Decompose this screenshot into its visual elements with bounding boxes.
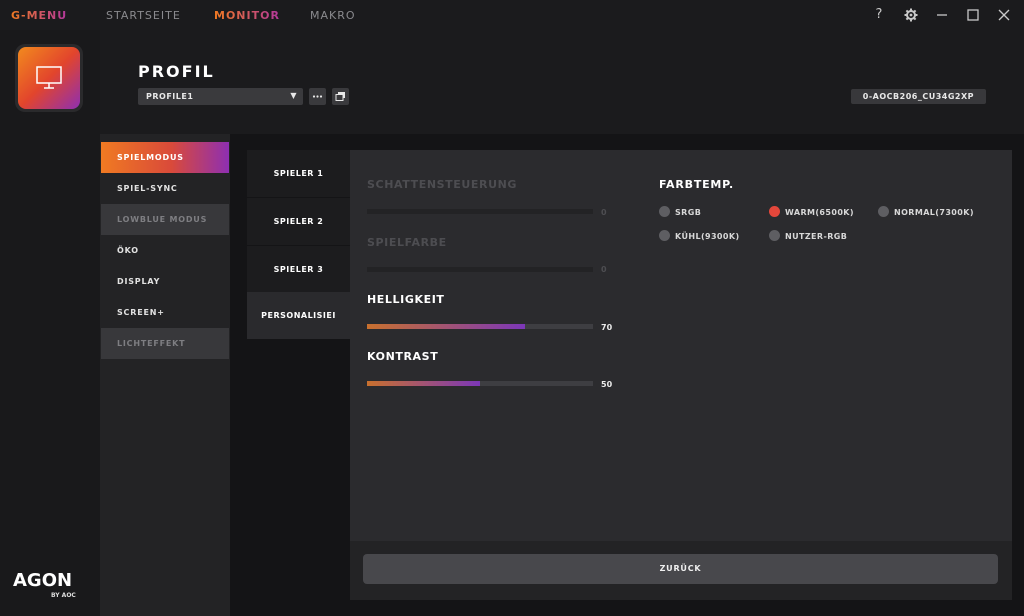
helligkeit-label: HELLIGKEIT xyxy=(367,293,445,306)
title-bar: G-MENU STARTSEITE MONITOR MAKRO ? xyxy=(0,0,1024,30)
schattensteuerung-slider xyxy=(367,209,593,214)
agon-logo: AGON xyxy=(13,570,73,591)
aoc-logo: BY AOC xyxy=(51,592,76,599)
submenu-display[interactable]: DISPLAY xyxy=(101,266,229,297)
maximize-icon xyxy=(967,9,979,21)
radio-dot xyxy=(878,206,889,217)
submenu-lichteffekt: LICHTEFFEKT xyxy=(101,328,229,359)
radio-label: NUTZER-RGB xyxy=(785,232,848,241)
back-button[interactable]: ZURÜCK xyxy=(363,554,998,584)
submenu-screen-plus[interactable]: SCREEN+ xyxy=(101,297,229,328)
copy-profile-button[interactable] xyxy=(332,88,349,105)
monitor-app-tile[interactable] xyxy=(15,44,83,112)
app-brand: G-MENU xyxy=(11,9,68,22)
spielfarbe-value: 0 xyxy=(601,265,607,274)
kontrast-value: 50 xyxy=(601,380,613,389)
kontrast-fill xyxy=(367,381,480,386)
gear-icon xyxy=(904,8,918,22)
maximize-button[interactable] xyxy=(965,7,981,23)
more-icon xyxy=(312,95,323,98)
nav-monitor[interactable]: MONITOR xyxy=(214,9,280,22)
left-rail: AGON BY AOC xyxy=(0,30,100,616)
radio-label: WARM(6500K) xyxy=(785,208,854,217)
radio-label: NORMAL(7300K) xyxy=(894,208,974,217)
spielfarbe-slider xyxy=(367,267,593,272)
monitor-icon xyxy=(36,66,62,89)
settings-button[interactable] xyxy=(903,7,919,23)
kontrast-slider[interactable] xyxy=(367,381,593,386)
radio-label: SRGB xyxy=(675,208,702,217)
tab-personalisieren[interactable]: PERSONALISIEI xyxy=(247,292,350,339)
minimize-button[interactable] xyxy=(934,7,950,23)
close-button[interactable] xyxy=(996,7,1012,23)
helligkeit-value: 70 xyxy=(601,323,613,332)
submenu-spielmodus[interactable]: SPIELMODUS xyxy=(101,142,229,173)
page-title: PROFIL xyxy=(138,62,215,81)
tab-spieler-3[interactable]: SPIELER 3 xyxy=(247,246,350,293)
nav-startseite[interactable]: STARTSEITE xyxy=(106,9,181,22)
settings-panel: SCHATTENSTEUERUNG 0 SPIELFARBE 0 HELLIGK… xyxy=(350,150,1012,600)
profile-dropdown[interactable]: PROFILE1 ▼ xyxy=(138,88,303,105)
schattensteuerung-value: 0 xyxy=(601,208,607,217)
nav-makro[interactable]: MAKRO xyxy=(310,9,356,22)
profile-dropdown-value: PROFILE1 xyxy=(146,92,194,101)
radio-dot xyxy=(769,230,780,241)
close-icon xyxy=(998,9,1010,21)
help-button[interactable]: ? xyxy=(871,7,887,23)
copy-icon xyxy=(335,92,345,101)
radio-dot xyxy=(659,230,670,241)
minimize-icon xyxy=(937,14,947,16)
radio-dot xyxy=(659,206,670,217)
player-tabs: SPIELER 1 SPIELER 2 SPIELER 3 PERSONALIS… xyxy=(247,150,350,340)
profile-header: PROFIL PROFILE1 ▼ 0-AOCB206_CU34G2XP xyxy=(100,30,1024,134)
chevron-down-icon: ▼ xyxy=(290,91,297,100)
helligkeit-fill xyxy=(367,324,526,329)
radio-label: KÜHL(9300K) xyxy=(675,232,740,241)
tab-spieler-2[interactable]: SPIELER 2 xyxy=(247,198,350,245)
kontrast-label: KONTRAST xyxy=(367,350,439,363)
device-badge: 0-AOCB206_CU34G2XP xyxy=(850,89,986,104)
more-button[interactable] xyxy=(309,88,326,105)
spielfarbe-label: SPIELFARBE xyxy=(367,236,447,249)
submenu-lowblue-modus: LOWBLUE MODUS xyxy=(101,204,229,235)
monitor-submenu: SPIELMODUS SPIEL-SYNC LOWBLUE MODUS ÖKO … xyxy=(100,134,230,616)
schattensteuerung-label: SCHATTENSTEUERUNG xyxy=(367,178,518,191)
submenu-oeko[interactable]: ÖKO xyxy=(101,235,229,266)
helligkeit-slider[interactable] xyxy=(367,324,593,329)
radio-dot xyxy=(769,206,780,217)
submenu-spiel-sync[interactable]: SPIEL-SYNC xyxy=(101,173,229,204)
tab-spieler-1[interactable]: SPIELER 1 xyxy=(247,150,350,197)
farbtemp-title: FARBTEMP. xyxy=(659,178,735,191)
